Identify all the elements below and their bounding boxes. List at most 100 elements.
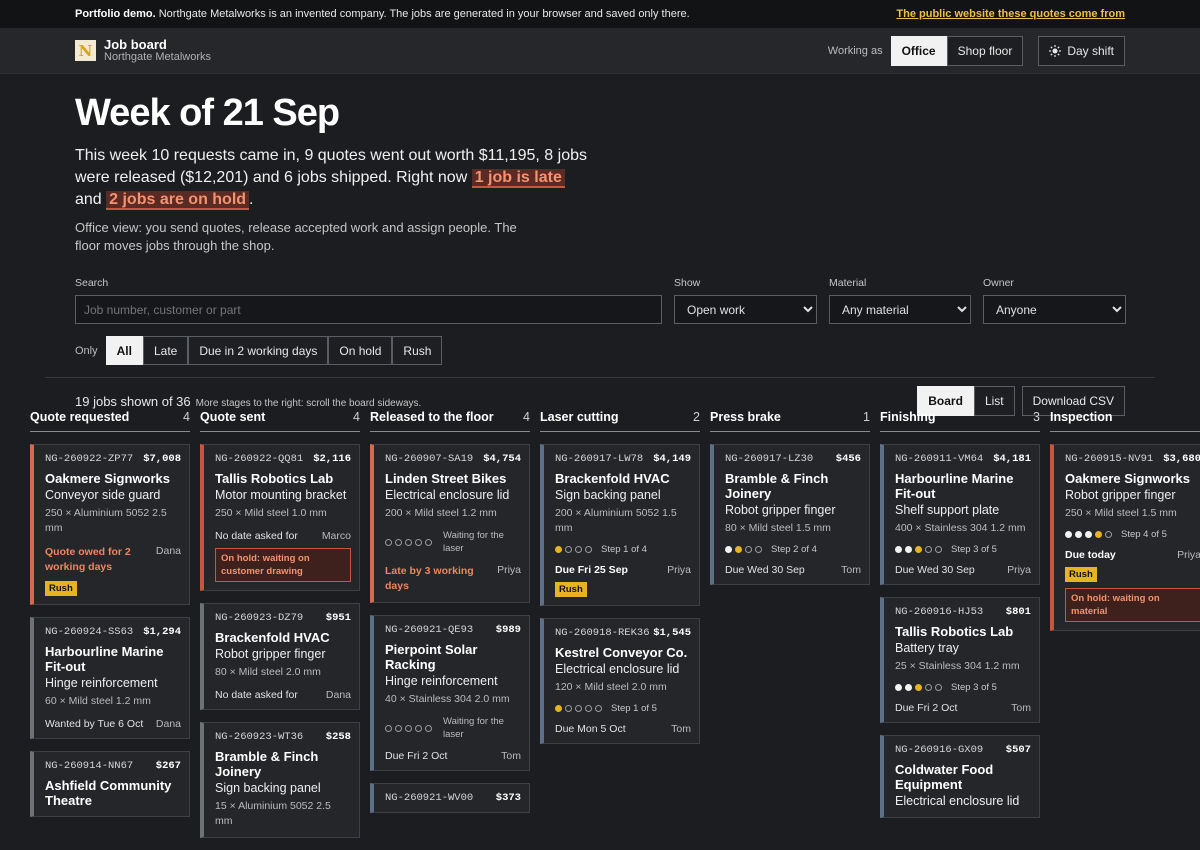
customer-name: Oakmere Signworks — [45, 471, 170, 486]
step-text: Step 1 of 4 — [601, 544, 647, 555]
job-card[interactable]: NG-260915-NV91 $3,680 Oakmere Signworks Rob… — [1050, 444, 1200, 631]
owner-name: Priya — [1177, 549, 1200, 561]
customer-name: Kestrel Conveyor Co. — [555, 645, 688, 660]
waiting-text: Waiting for the laser — [443, 530, 504, 554]
step-dot — [925, 546, 932, 553]
job-card[interactable]: NG-260921-QE93 $989 Pierpoint Solar Rackin… — [370, 615, 530, 771]
due-status: Due Fri 2 Oct — [895, 702, 958, 714]
owner-name: Dana — [325, 689, 351, 701]
column-title: Finishing — [880, 410, 936, 424]
summary-mid: and — [75, 191, 107, 208]
due-status: Due today — [1065, 549, 1116, 561]
step-dot — [575, 705, 582, 712]
job-number: NG-260921-WV00 — [385, 792, 474, 804]
customer-name: Bramble & Finch Joinery — [725, 471, 829, 501]
job-card[interactable]: NG-260917-LZ30 $456 Bramble & Finch Joiner… — [710, 444, 870, 585]
card-meta: Due Mon 5 Oct Tom — [555, 723, 691, 735]
step-progress: Step 2 of 4 — [725, 544, 861, 555]
job-card[interactable]: NG-260924-SS63 $1,294 Harbourline Marine F… — [30, 617, 190, 739]
demo-notice: Portfolio demo. Northgate Metalworks is … — [75, 8, 690, 20]
job-card[interactable]: NG-260916-GX09 $507 Coldwater Food Equipme… — [880, 735, 1040, 818]
filter-all-button[interactable]: All — [105, 336, 143, 365]
week-summary: Week of 21 Sep This week 10 requests cam… — [0, 74, 1200, 255]
job-value: $258 — [325, 731, 351, 743]
job-value: $4,754 — [483, 453, 521, 465]
kanban-board[interactable]: Quote requested 4 NG-260922-ZP77 $7,008 Oakm… — [30, 406, 1200, 850]
role-office-button[interactable]: Office — [890, 35, 947, 66]
part-name: Sign backing panel — [555, 488, 661, 502]
part-name: Shelf support plate — [895, 503, 1000, 517]
step-dot — [395, 724, 402, 732]
column-header: Laser cutting 2 — [540, 406, 700, 432]
step-dot — [555, 705, 562, 712]
filter-late-button[interactable]: Late — [142, 336, 189, 365]
part-spec: 120 × Mild steel 2.0 mm — [555, 681, 667, 693]
public-website-link[interactable]: The public website these quotes come fro… — [896, 8, 1125, 20]
day-shift-button[interactable]: Day shift — [1038, 35, 1125, 66]
owner-select[interactable]: Anyone — [983, 295, 1126, 324]
job-number: NG-260907-SA19 — [385, 453, 474, 465]
late-alert[interactable]: 1 job is late — [471, 169, 565, 188]
step-text: Step 2 of 4 — [771, 544, 817, 555]
filter-rush-button[interactable]: Rush — [392, 336, 443, 365]
job-number: NG-260917-LW78 — [555, 453, 644, 465]
job-value: $7,008 — [143, 453, 181, 465]
hold-alert[interactable]: 2 jobs are on hold — [106, 191, 250, 210]
column-count: 4 — [183, 410, 190, 424]
job-card[interactable]: NG-260921-WV00 $373 — [370, 783, 530, 813]
search-input[interactable] — [75, 295, 662, 324]
job-card[interactable]: NG-260922-QQ81 $2,116 Tallis Robotics Lab M… — [200, 444, 360, 591]
material-select[interactable]: Any material — [829, 295, 971, 324]
column-header: Inspection — [1050, 406, 1200, 432]
owner-name: Tom — [671, 723, 691, 735]
job-card[interactable]: NG-260917-LW78 $4,149 Brackenfold HVAC Sign… — [540, 444, 700, 606]
job-card[interactable]: NG-260911-VM64 $4,181 Harbourline Marine F… — [880, 444, 1040, 585]
part-name: Electrical enclosure lid — [385, 488, 510, 502]
part-spec: 250 × Mild steel 1.0 mm — [215, 507, 327, 519]
job-card[interactable]: NG-260922-ZP77 $7,008 Oakmere Signworks Con… — [30, 444, 190, 605]
step-dot — [725, 546, 732, 553]
show-select[interactable]: Open work — [674, 295, 817, 324]
job-value: $267 — [155, 760, 181, 772]
job-value: $2,116 — [313, 453, 351, 465]
job-number: NG-260921-QE93 — [385, 624, 474, 636]
due-status: Wanted by Tue 6 Oct — [45, 718, 144, 730]
part-name: Motor mounting bracket — [215, 488, 347, 502]
quick-filters: Only All Late Due in 2 working days On h… — [0, 336, 1200, 365]
job-card[interactable]: NG-260918-REK36 $1,545 Kestrel Conveyor Co… — [540, 618, 700, 744]
card-meta: No date asked for Dana — [215, 689, 351, 701]
job-card[interactable]: NG-260914-NN67 $267 Ashfield Community The… — [30, 751, 190, 817]
step-dot — [915, 546, 922, 553]
customer-name: Tallis Robotics Lab — [895, 624, 1014, 639]
owner-name: Dana — [155, 718, 181, 730]
job-number: NG-260923-DZ79 — [215, 612, 304, 624]
on-hold-badge: On hold: waiting on customer drawing — [215, 548, 351, 582]
job-value: $989 — [495, 624, 521, 636]
part-name: Hinge reinforcement — [385, 674, 498, 688]
job-card[interactable]: NG-260916-HJ53 $801 Tallis Robotics Lab Bat… — [880, 597, 1040, 723]
part-spec: 400 × Stainless 304 1.2 mm — [895, 522, 1026, 534]
job-card[interactable]: NG-260907-SA19 $4,754 Linden Street Bikes E… — [370, 444, 530, 603]
step-progress: Step 4 of 5 — [1065, 529, 1200, 540]
job-value: $1,545 — [653, 627, 691, 639]
job-card[interactable]: NG-260923-WT36 $258 Bramble & Finch Joiner… — [200, 722, 360, 838]
step-dot — [585, 546, 592, 553]
customer-name: Bramble & Finch Joinery — [215, 749, 319, 779]
column-count: 3 — [1033, 410, 1040, 424]
due-status: Late by 3 working days — [385, 565, 474, 592]
part-name: Robot gripper finger — [1065, 488, 1176, 502]
part-name: Robot gripper finger — [215, 647, 326, 661]
filter-on-hold-button[interactable]: On hold — [328, 336, 393, 365]
role-shop-floor-button[interactable]: Shop floor — [946, 35, 1024, 66]
customer-name: Brackenfold HVAC — [555, 471, 670, 486]
job-card[interactable]: NG-260923-DZ79 $951 Brackenfold HVAC Robot … — [200, 603, 360, 710]
search-label: Search — [75, 277, 109, 289]
filter-due-soon-button[interactable]: Due in 2 working days — [188, 336, 329, 365]
step-dot — [575, 546, 582, 553]
board-column: Finishing 3 NG-260911-VM64 $4,181 Harbourlin… — [880, 406, 1040, 850]
step-text: Step 3 of 5 — [951, 682, 997, 693]
card-meta: No date asked for Marco — [215, 530, 351, 542]
customer-name: Oakmere Signworks — [1065, 471, 1190, 486]
step-dot — [745, 546, 752, 553]
column-header: Quote requested 4 — [30, 406, 190, 432]
